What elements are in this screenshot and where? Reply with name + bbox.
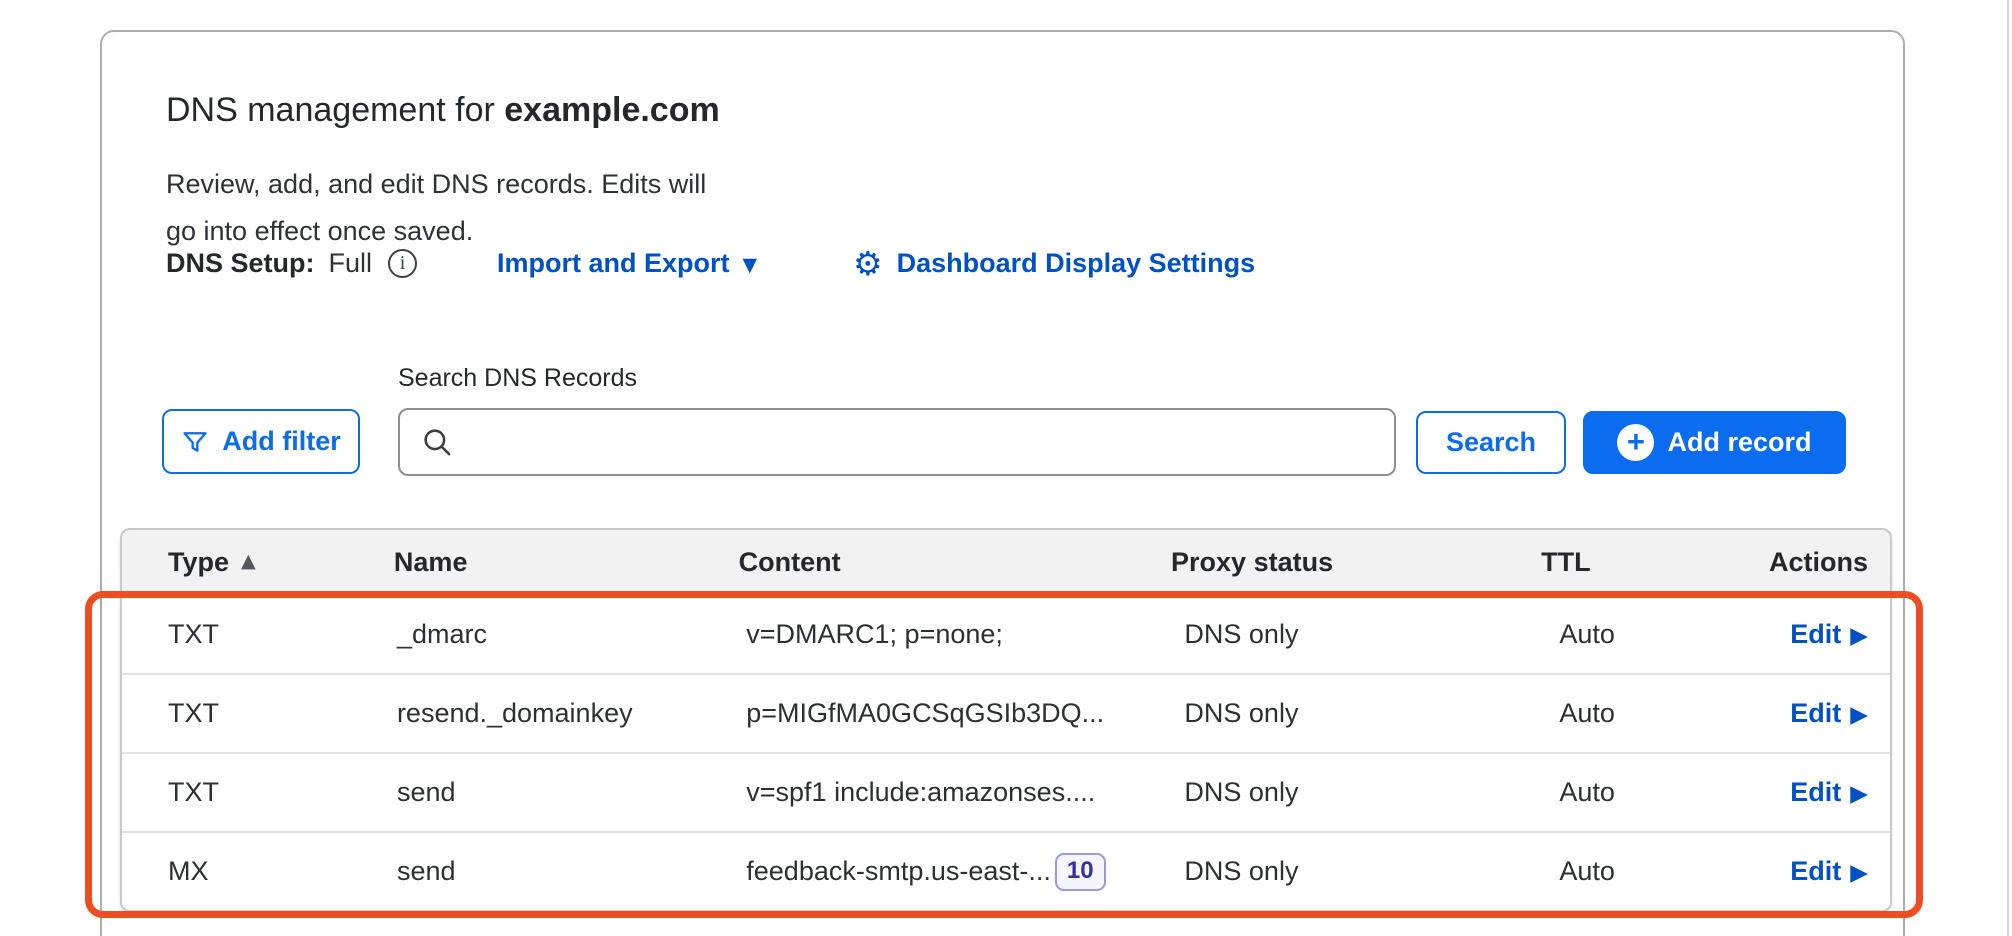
page-subtitle: Review, add, and edit DNS records. Edits… [166, 161, 866, 255]
cell-type: MX [122, 856, 397, 887]
cell-ttl: Auto [1559, 856, 1790, 887]
table-row-mx: MX send feedback-smtp.us-east-...10 DNS … [122, 831, 1890, 910]
edit-record-link[interactable]: Edit▶ [1790, 777, 1868, 808]
page-title: DNS management for example.com [166, 91, 720, 130]
column-header-actions: Actions [1769, 547, 1890, 578]
dns-setup-group: DNS Setup: Full i [166, 243, 417, 283]
cell-content: v=spf1 include:amazonses.... [746, 777, 1184, 808]
cell-type: TXT [122, 619, 397, 650]
column-header-content[interactable]: Content [739, 547, 1171, 578]
cell-name: send [397, 777, 746, 808]
table-header: Type▲ Name Content Proxy status TTL Acti… [122, 530, 1890, 594]
edit-record-link[interactable]: Edit▶ [1790, 856, 1868, 887]
cell-type: TXT [122, 777, 397, 808]
dashboard-display-settings-link[interactable]: Dashboard Display Settings [897, 248, 1256, 279]
table-row-spf: TXT send v=spf1 include:amazonses.... DN… [122, 752, 1890, 831]
search-button[interactable]: Search [1416, 411, 1566, 474]
table-row-dmarc: TXT _dmarc v=DMARC1; p=none; DNS only Au… [122, 594, 1890, 673]
page-title-domain: example.com [504, 91, 719, 129]
column-header-type[interactable]: Type▲ [122, 547, 394, 578]
dashboard-settings-group: ⚙ Dashboard Display Settings [853, 243, 1255, 283]
cell-name: send [397, 856, 746, 887]
filter-funnel-icon [181, 428, 209, 456]
search-label: Search DNS Records [398, 364, 637, 393]
import-export-group: Import and Export▼ [497, 243, 757, 283]
cell-proxy-status: DNS only [1184, 777, 1559, 808]
table-row-domainkey: TXT resend._domainkey p=MIGfMA0GCSqGSIb3… [122, 673, 1890, 752]
chevron-right-icon: ▶ [1850, 702, 1868, 728]
dns-setup-label: DNS Setup: [166, 248, 315, 279]
mx-priority-badge: 10 [1055, 853, 1106, 891]
search-box [398, 408, 1396, 476]
cell-proxy-status: DNS only [1184, 619, 1559, 650]
import-export-link[interactable]: Import and Export▼ [497, 248, 757, 279]
edit-record-link[interactable]: Edit▶ [1790, 619, 1868, 650]
chevron-right-icon: ▶ [1850, 860, 1868, 886]
gear-icon: ⚙ [853, 247, 883, 280]
cell-proxy-status: DNS only [1184, 698, 1559, 729]
sort-ascending-icon: ▲ [241, 550, 256, 572]
cell-content: p=MIGfMA0GCSqGSIb3DQ... [746, 698, 1184, 729]
dns-records-table: Type▲ Name Content Proxy status TTL Acti… [120, 528, 1892, 912]
edit-record-link[interactable]: Edit▶ [1790, 698, 1868, 729]
column-header-ttl[interactable]: TTL [1541, 547, 1769, 578]
chevron-right-icon: ▶ [1850, 623, 1868, 649]
cell-proxy-status: DNS only [1184, 856, 1559, 887]
page-edge-divider [2007, 0, 2009, 936]
column-header-proxy-status[interactable]: Proxy status [1171, 547, 1541, 578]
cell-content: feedback-smtp.us-east-...10 [746, 853, 1184, 891]
chevron-right-icon: ▶ [1850, 781, 1868, 807]
add-record-button[interactable]: + Add record [1583, 411, 1846, 474]
cell-ttl: Auto [1559, 619, 1790, 650]
info-icon[interactable]: i [388, 249, 417, 278]
cell-name: resend._domainkey [397, 698, 746, 729]
dns-setup-row: DNS Setup: Full i Import and Export▼ ⚙ D… [0, 243, 2012, 283]
cell-content: v=DMARC1; p=none; [746, 619, 1184, 650]
cell-type: TXT [122, 698, 397, 729]
dns-management-page: DNS management for example.com Review, a… [0, 0, 2012, 936]
column-header-name[interactable]: Name [394, 547, 739, 578]
dns-setup-value: Full [329, 248, 373, 279]
cell-name: _dmarc [397, 619, 746, 650]
add-filter-button[interactable]: Add filter [162, 409, 360, 474]
plus-circle-icon: + [1617, 424, 1654, 461]
cell-ttl: Auto [1559, 777, 1790, 808]
search-input[interactable] [398, 408, 1396, 476]
cell-ttl: Auto [1559, 698, 1790, 729]
chevron-down-icon: ▼ [743, 254, 758, 276]
page-title-prefix: DNS management for [166, 91, 504, 129]
